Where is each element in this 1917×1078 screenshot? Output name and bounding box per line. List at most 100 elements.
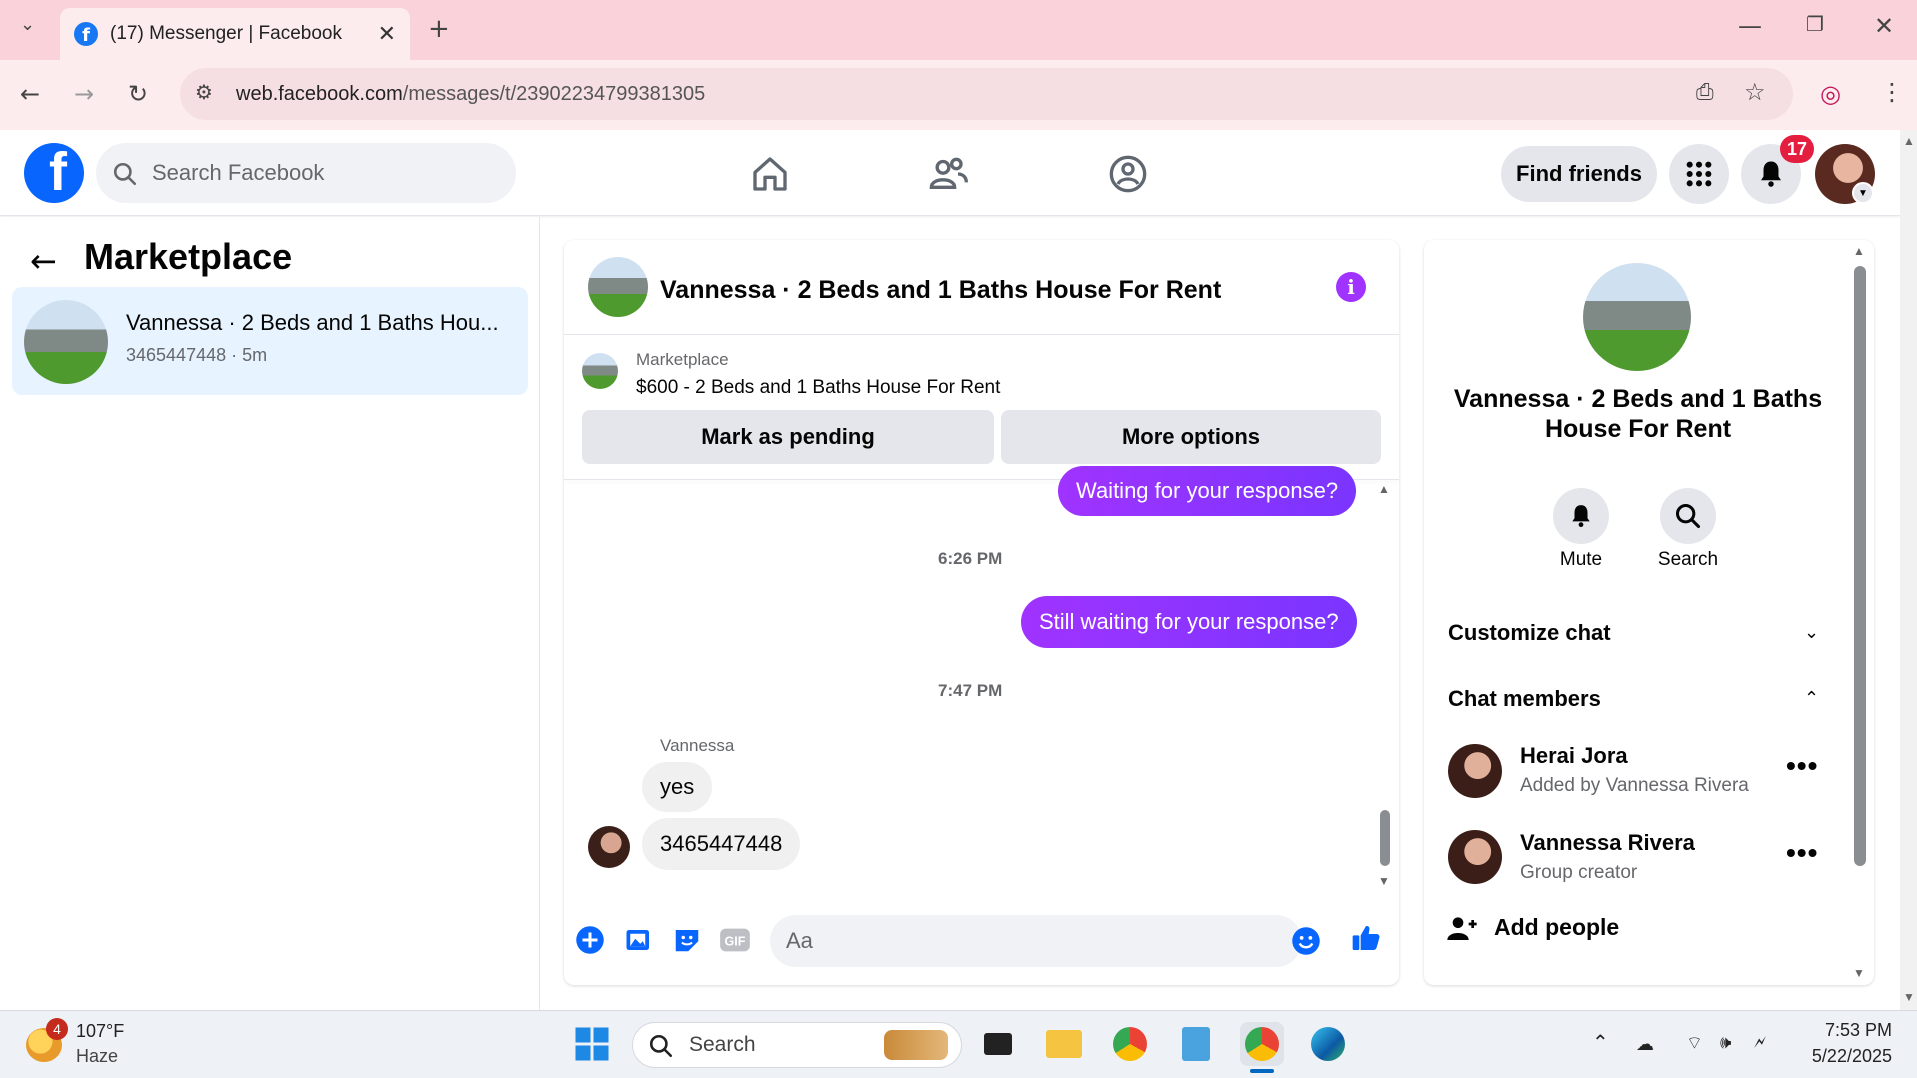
scroll-thumb[interactable] xyxy=(1380,810,1390,866)
conversation-subtitle: 3465447448 · 5m xyxy=(126,345,268,365)
mute-label: Mute xyxy=(1559,549,1603,570)
profile-icon[interactable]: ◎ xyxy=(1820,80,1841,108)
back-arrow-icon[interactable]: ← xyxy=(30,242,57,280)
chat-members-toggle[interactable]: Chat members xyxy=(1448,686,1601,712)
scroll-down-arrow-icon[interactable]: ▼ xyxy=(1378,874,1390,888)
sender-avatar[interactable] xyxy=(588,826,630,868)
tab-list-chevron-icon[interactable]: ⌄ xyxy=(20,14,35,35)
member-avatar[interactable] xyxy=(1448,830,1502,884)
search-placeholder: Search Facebook xyxy=(152,160,325,185)
member-name[interactable]: Vannessa Rivera xyxy=(1520,830,1695,856)
scroll-down-arrow-icon[interactable]: ▼ xyxy=(1903,990,1915,1004)
member-role: Group creator xyxy=(1520,862,1638,883)
notepad-icon[interactable] xyxy=(1174,1022,1218,1066)
friends-nav-icon[interactable] xyxy=(924,150,972,198)
more-options-button[interactable]: More options xyxy=(1001,410,1381,464)
mute-button[interactable] xyxy=(1553,488,1609,544)
chrome-active-icon[interactable] xyxy=(1240,1022,1284,1066)
window-close-icon[interactable]: ✕ xyxy=(1874,12,1894,40)
site-settings-icon[interactable]: ⚙ xyxy=(195,80,213,104)
search-icon xyxy=(649,1034,673,1058)
chrome-profile-icon[interactable] xyxy=(1108,1022,1152,1066)
emoji-icon[interactable] xyxy=(1290,925,1322,957)
search-icon xyxy=(1675,503,1701,529)
browser-tab[interactable]: f (17) Messenger | Facebook ✕ xyxy=(60,8,410,60)
reload-icon[interactable]: ↻ xyxy=(128,80,148,108)
chat-title[interactable]: Vannessa · 2 Beds and 1 Baths House For … xyxy=(660,276,1221,305)
weather-temperature[interactable]: 107°F xyxy=(76,1021,124,1042)
search-in-chat-button[interactable] xyxy=(1660,488,1716,544)
battery-icon[interactable]: 🗲 xyxy=(1754,1032,1766,1053)
add-person-icon[interactable] xyxy=(1446,912,1478,944)
member-avatar[interactable] xyxy=(1448,744,1502,798)
facebook-favicon-icon: f xyxy=(74,22,98,46)
install-app-icon[interactable]: ⎙ xyxy=(1696,80,1714,105)
photo-gallery-icon[interactable] xyxy=(623,924,655,956)
chat-scrollbar[interactable]: ▲ ▼ xyxy=(1378,480,1392,890)
grid-icon xyxy=(1686,161,1712,187)
windows-start-icon[interactable] xyxy=(574,1026,610,1062)
incoming-message[interactable]: yes xyxy=(642,762,713,812)
thumbs-up-icon[interactable] xyxy=(1350,922,1382,954)
page-scrollbar[interactable] xyxy=(1900,130,1917,1010)
back-arrow-icon[interactable]: ← xyxy=(20,80,40,108)
home-nav-icon[interactable] xyxy=(746,150,794,198)
more-horizontal-icon[interactable]: ••• xyxy=(1786,837,1818,869)
edge-icon[interactable] xyxy=(1306,1022,1350,1066)
outgoing-message[interactable]: Waiting for your response? xyxy=(1058,466,1357,516)
mark-as-pending-button[interactable]: Mark as pending xyxy=(582,410,994,464)
chat-listing-thumbnail[interactable] xyxy=(588,257,648,317)
plus-circle-icon[interactable] xyxy=(574,924,606,956)
address-bar[interactable]: web.facebook.com/messages/t/239022347993… xyxy=(180,68,1793,120)
sticker-icon[interactable] xyxy=(671,924,703,956)
tray-overflow-chevron-icon[interactable]: ⌃ xyxy=(1592,1030,1609,1055)
message-timestamp: 6:26 PM xyxy=(938,549,1003,568)
add-people-button[interactable]: Add people xyxy=(1494,914,1619,941)
facebook-search-input[interactable]: Search Facebook xyxy=(96,143,516,203)
chevron-up-icon[interactable]: ⌃ xyxy=(1804,688,1819,709)
member-name[interactable]: Herai Jora xyxy=(1520,743,1628,769)
file-explorer-icon[interactable] xyxy=(1042,1022,1086,1066)
new-tab-plus-icon[interactable]: + xyxy=(428,14,450,44)
tab-close-icon[interactable]: ✕ xyxy=(378,21,396,47)
bell-icon xyxy=(1572,505,1590,528)
chevron-down-icon[interactable]: ⌄ xyxy=(1804,622,1819,643)
incoming-message[interactable]: 3465447448 xyxy=(642,818,801,870)
bookmark-star-icon[interactable]: ☆ xyxy=(1744,78,1766,106)
facebook-logo[interactable]: f xyxy=(24,143,84,203)
scroll-up-arrow-icon[interactable]: ▲ xyxy=(1903,134,1915,148)
info-title: Vannessa · 2 Beds and 1 Baths House For … xyxy=(1453,385,1823,443)
customize-chat-toggle[interactable]: Customize chat xyxy=(1448,620,1611,646)
weather-condition[interactable]: Haze xyxy=(76,1046,118,1067)
info-panel-scrollbar[interactable] xyxy=(1854,266,1866,866)
wifi-icon[interactable]: ⌔ xyxy=(1686,1032,1703,1055)
window-minimize-icon[interactable]: — xyxy=(1738,12,1762,40)
scroll-up-arrow-icon[interactable]: ▲ xyxy=(1378,482,1390,496)
groups-nav-icon[interactable] xyxy=(1104,150,1152,198)
onedrive-icon[interactable]: ☁ xyxy=(1636,1034,1654,1055)
menu-grid-button[interactable] xyxy=(1669,144,1729,204)
info-listing-thumbnail xyxy=(1583,263,1691,371)
marketplace-heading: Marketplace xyxy=(84,236,293,277)
clock-date[interactable]: 5/22/2025 xyxy=(1792,1046,1892,1067)
volume-icon[interactable]: 🕪 xyxy=(1720,1032,1731,1053)
scroll-down-arrow-icon[interactable]: ▼ xyxy=(1853,966,1865,980)
forward-arrow-icon[interactable]: → xyxy=(74,80,94,108)
scroll-up-arrow-icon[interactable]: ▲ xyxy=(1853,244,1865,258)
find-friends-button[interactable]: Find friends xyxy=(1501,146,1657,202)
message-input[interactable]: Aa xyxy=(770,915,1302,967)
url-host: web.facebook.com xyxy=(236,82,403,105)
gif-icon[interactable]: GIF xyxy=(719,924,751,956)
task-view-icon[interactable] xyxy=(976,1022,1020,1066)
member-role: Added by Vannessa Rivera xyxy=(1520,775,1749,796)
window-restore-icon[interactable]: ❐ xyxy=(1806,12,1824,36)
outgoing-message[interactable]: Still waiting for your response? xyxy=(1021,596,1357,648)
clock-time[interactable]: 7:53 PM xyxy=(1812,1020,1892,1041)
info-icon[interactable]: i xyxy=(1336,272,1366,302)
more-horizontal-icon[interactable]: ••• xyxy=(1786,750,1818,782)
account-chevron-down-icon[interactable]: ▼ xyxy=(1852,182,1874,204)
listing-price-title[interactable]: $600 - 2 Beds and 1 Baths House For Rent xyxy=(636,377,1000,399)
weather-alert-badge: 4 xyxy=(46,1018,68,1040)
browser-menu-icon[interactable]: ⋮ xyxy=(1880,78,1904,106)
active-app-indicator xyxy=(1250,1069,1274,1073)
